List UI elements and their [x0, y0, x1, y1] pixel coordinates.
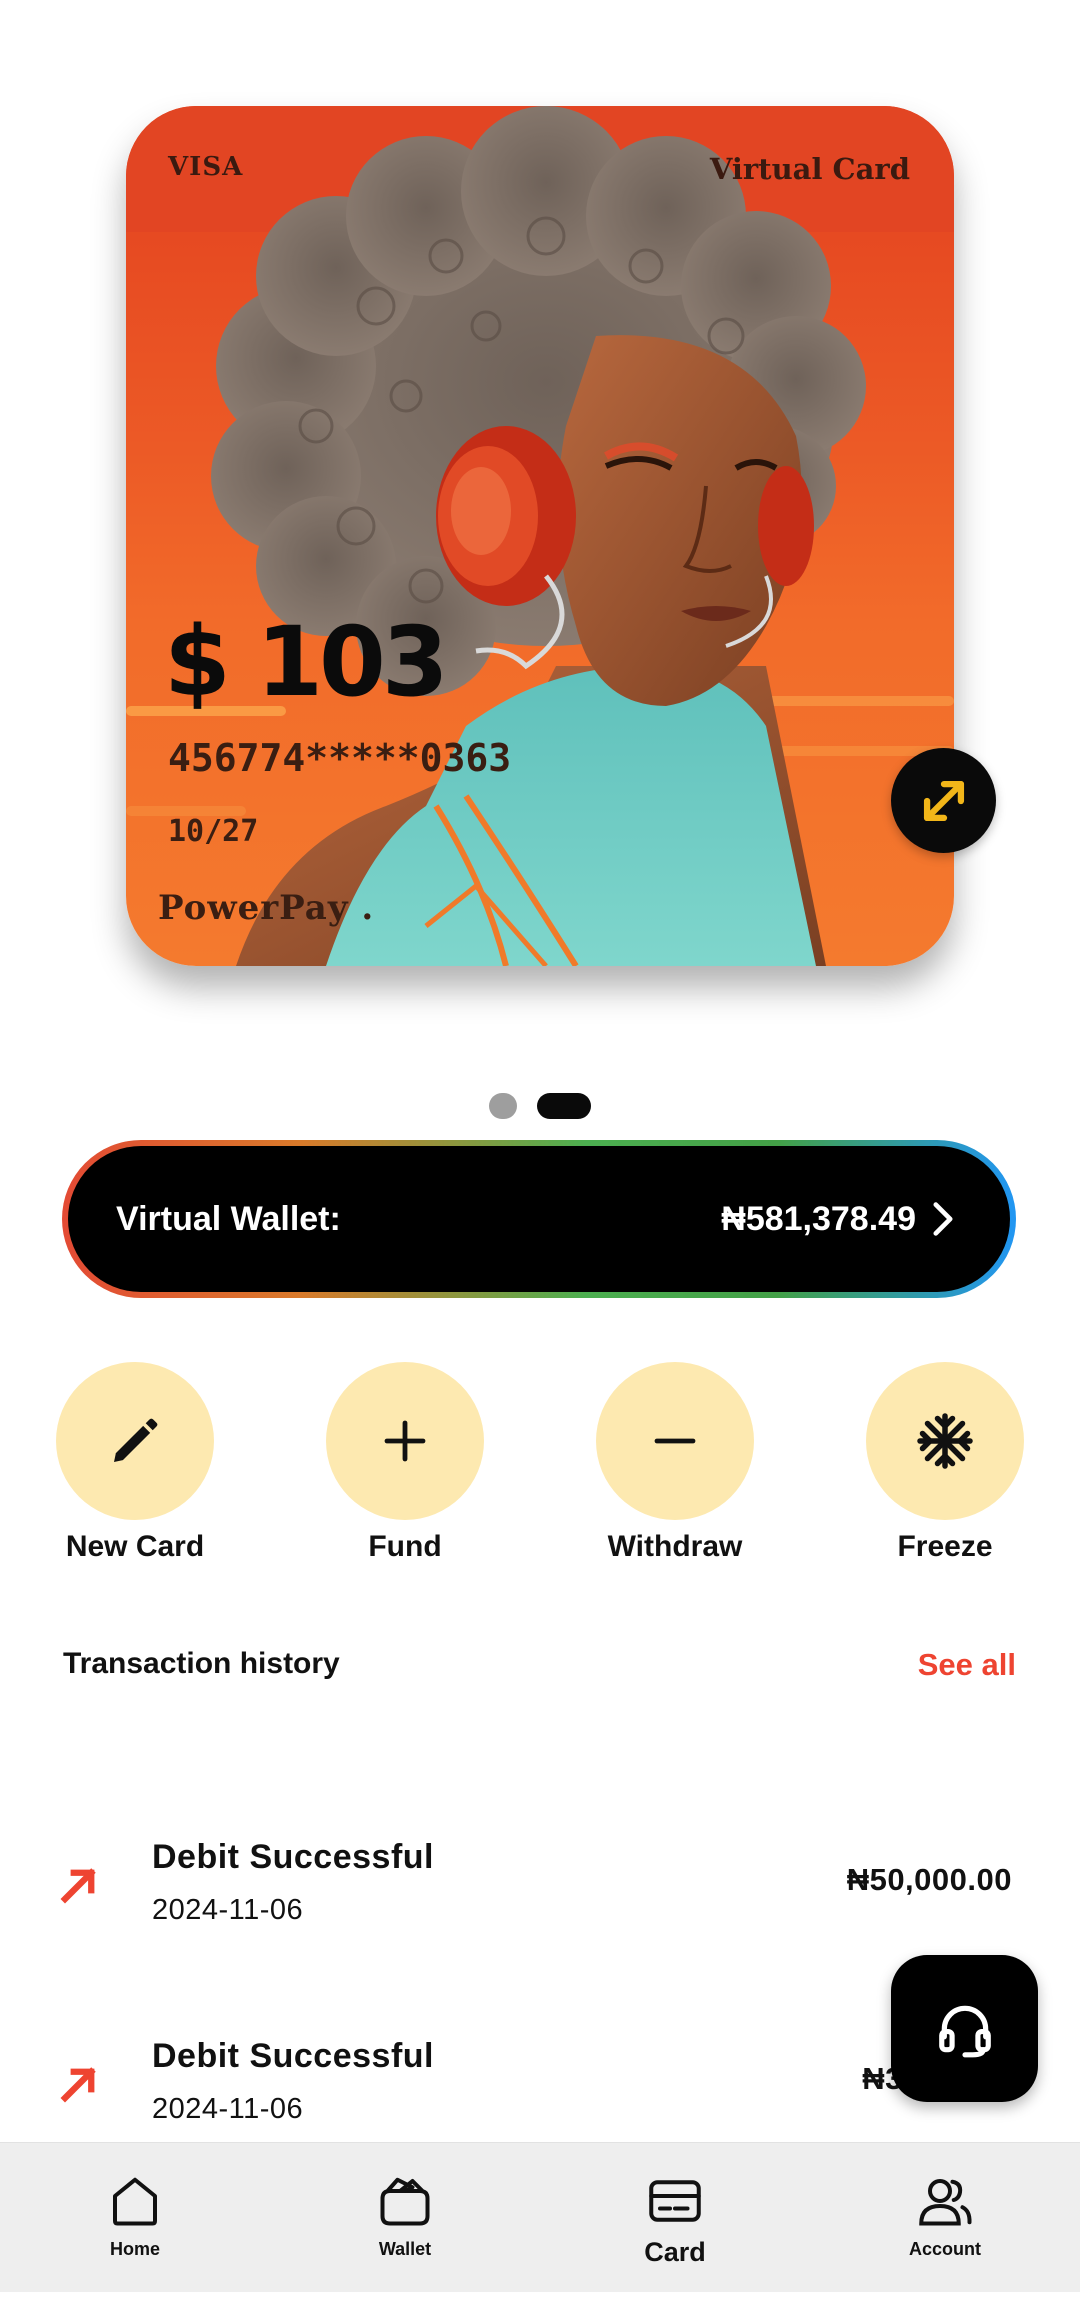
card-brand: VISA	[168, 152, 244, 182]
nav-account[interactable]: Account	[845, 2171, 1045, 2260]
withdraw-button[interactable]: Withdraw	[575, 1362, 775, 1564]
transaction-date: 2024-11-06	[152, 1894, 304, 1926]
new-card-button[interactable]: New Card	[35, 1362, 235, 1564]
pager-dot-2-active[interactable]	[537, 1093, 591, 1119]
transaction-history-title: Transaction history	[63, 1647, 340, 1680]
fund-button[interactable]: Fund	[305, 1362, 505, 1564]
bottom-navigation: Home Wallet Card Account	[0, 2142, 1080, 2292]
card-icon	[649, 2180, 701, 2222]
wallet-label: Virtual Wallet:	[116, 1199, 341, 1238]
expand-card-button[interactable]	[891, 748, 996, 853]
snowflake-icon	[917, 1413, 973, 1469]
card-number: 456774*****0363	[168, 736, 512, 780]
debit-arrow-icon	[60, 1868, 96, 1904]
nav-home[interactable]: Home	[35, 2171, 235, 2260]
headset-icon	[938, 2005, 991, 2057]
action-label: Withdraw	[607, 1530, 743, 1563]
transaction-name: Debit Successful	[152, 1838, 434, 1876]
virtual-card[interactable]: VISA Virtual Card $ 103 456774*****0363 …	[126, 106, 954, 966]
minus-icon	[654, 1438, 696, 1444]
see-all-link[interactable]: See all	[918, 1647, 1016, 1683]
card-issuer: PowerPay .	[158, 888, 375, 928]
freeze-button[interactable]: Freeze	[845, 1362, 1045, 1564]
pencil-icon	[114, 1418, 158, 1462]
account-icon	[919, 2179, 972, 2226]
wallet-amount: ₦581,378.49	[721, 1199, 916, 1238]
transaction-name: Debit Successful	[152, 2037, 434, 2075]
card-expiry: 10/27	[168, 814, 259, 849]
nav-label: Home	[109, 2239, 160, 2259]
action-label: New Card	[65, 1530, 205, 1563]
chevron-right-icon	[933, 1202, 953, 1236]
nav-wallet[interactable]: Wallet	[305, 2171, 505, 2260]
plus-icon	[384, 1420, 426, 1462]
expand-icon	[923, 780, 964, 821]
transaction-date: 2024-11-06	[152, 2093, 304, 2125]
wallet-icon	[380, 2177, 430, 2226]
support-button[interactable]	[891, 1955, 1038, 2102]
nav-card-active[interactable]: Card	[575, 2171, 775, 2268]
card-type: Virtual Card	[709, 152, 910, 186]
virtual-wallet-button[interactable]: Virtual Wallet: ₦581,378.49	[62, 1140, 1016, 1298]
transaction-amount: ₦50,000.00	[846, 1862, 1012, 1897]
action-label: Freeze	[897, 1530, 993, 1563]
nav-label: Wallet	[378, 2239, 432, 2259]
nav-label: Card	[644, 2237, 706, 2267]
debit-arrow-icon	[60, 2067, 96, 2103]
home-icon	[113, 2177, 157, 2226]
card-balance: $ 103	[164, 606, 449, 718]
pager-dot-1[interactable]	[489, 1093, 517, 1119]
nav-label: Account	[909, 2239, 981, 2259]
action-label: Fund	[368, 1530, 442, 1563]
